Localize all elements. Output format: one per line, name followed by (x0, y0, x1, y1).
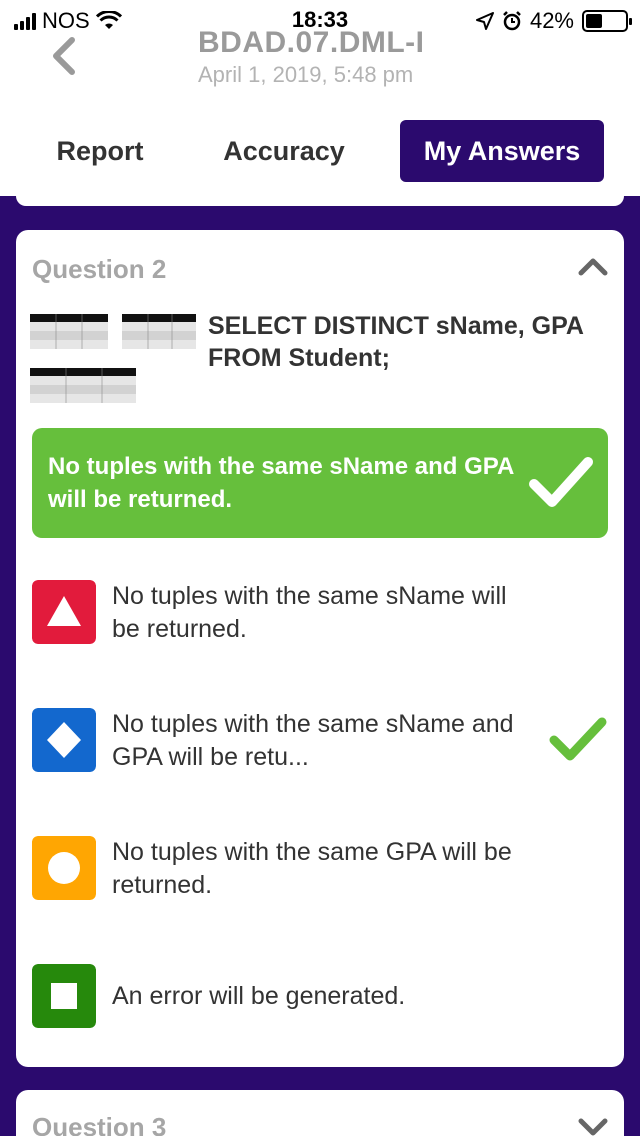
answer-option-4: An error will be generated. (32, 964, 608, 1030)
correct-answer-box: No tuples with the same sName and GPA wi… (32, 428, 608, 538)
page-subtitle: April 1, 2019, 5:48 pm (198, 62, 414, 87)
page-title: BDAD.07.DML-I (198, 26, 425, 59)
previous-question-card (16, 182, 624, 206)
back-chevron-icon[interactable] (48, 36, 82, 76)
tab-bar: Report Accuracy My Answers (0, 120, 640, 182)
tab-my-answers[interactable]: My Answers (400, 120, 604, 182)
answer-option-text: No tuples with the same GPA will be retu… (112, 838, 512, 899)
chevron-up-icon[interactable] (578, 256, 608, 276)
next-question-card[interactable]: Question 3 (16, 1090, 624, 1136)
next-question-title: Question 3 (32, 1112, 167, 1136)
location-icon (475, 12, 494, 30)
question-text: SELECT DISTINCT sName, GPA FROM Student; (208, 312, 584, 372)
check-icon (529, 457, 593, 507)
chevron-down-icon[interactable] (578, 1118, 608, 1136)
answer-option-text: An error will be generated. (112, 982, 406, 1010)
square-icon (32, 964, 96, 1028)
status-right: 42% (475, 8, 632, 34)
answer-option-text: No tuples with the same sName will be re… (112, 582, 507, 643)
tab-report[interactable]: Report (30, 120, 170, 182)
answer-option-2: No tuples with the same sName and GPA wi… (32, 708, 608, 774)
battery-icon (582, 10, 632, 32)
answer-option-text: No tuples with the same sName and GPA wi… (112, 710, 514, 771)
question-title: Question 2 (32, 254, 167, 284)
answer-option-3: No tuples with the same GPA will be retu… (32, 836, 608, 902)
circle-icon (32, 836, 96, 900)
question-card: Question 2 SELECT DISTINCT sName, GPA FR… (16, 230, 624, 1067)
triangle-icon (32, 580, 96, 644)
alarm-icon (503, 11, 521, 31)
diamond-icon (32, 708, 96, 772)
answer-option-1: No tuples with the same sName will be re… (32, 580, 608, 646)
battery-percent: 42% (529, 8, 574, 33)
selected-check-icon (549, 717, 607, 761)
correct-answer-text: No tuples with the same sName and GPA wi… (48, 453, 514, 513)
tab-accuracy[interactable]: Accuracy (206, 120, 362, 182)
battery-fill (586, 14, 602, 28)
question-image (30, 306, 196, 410)
